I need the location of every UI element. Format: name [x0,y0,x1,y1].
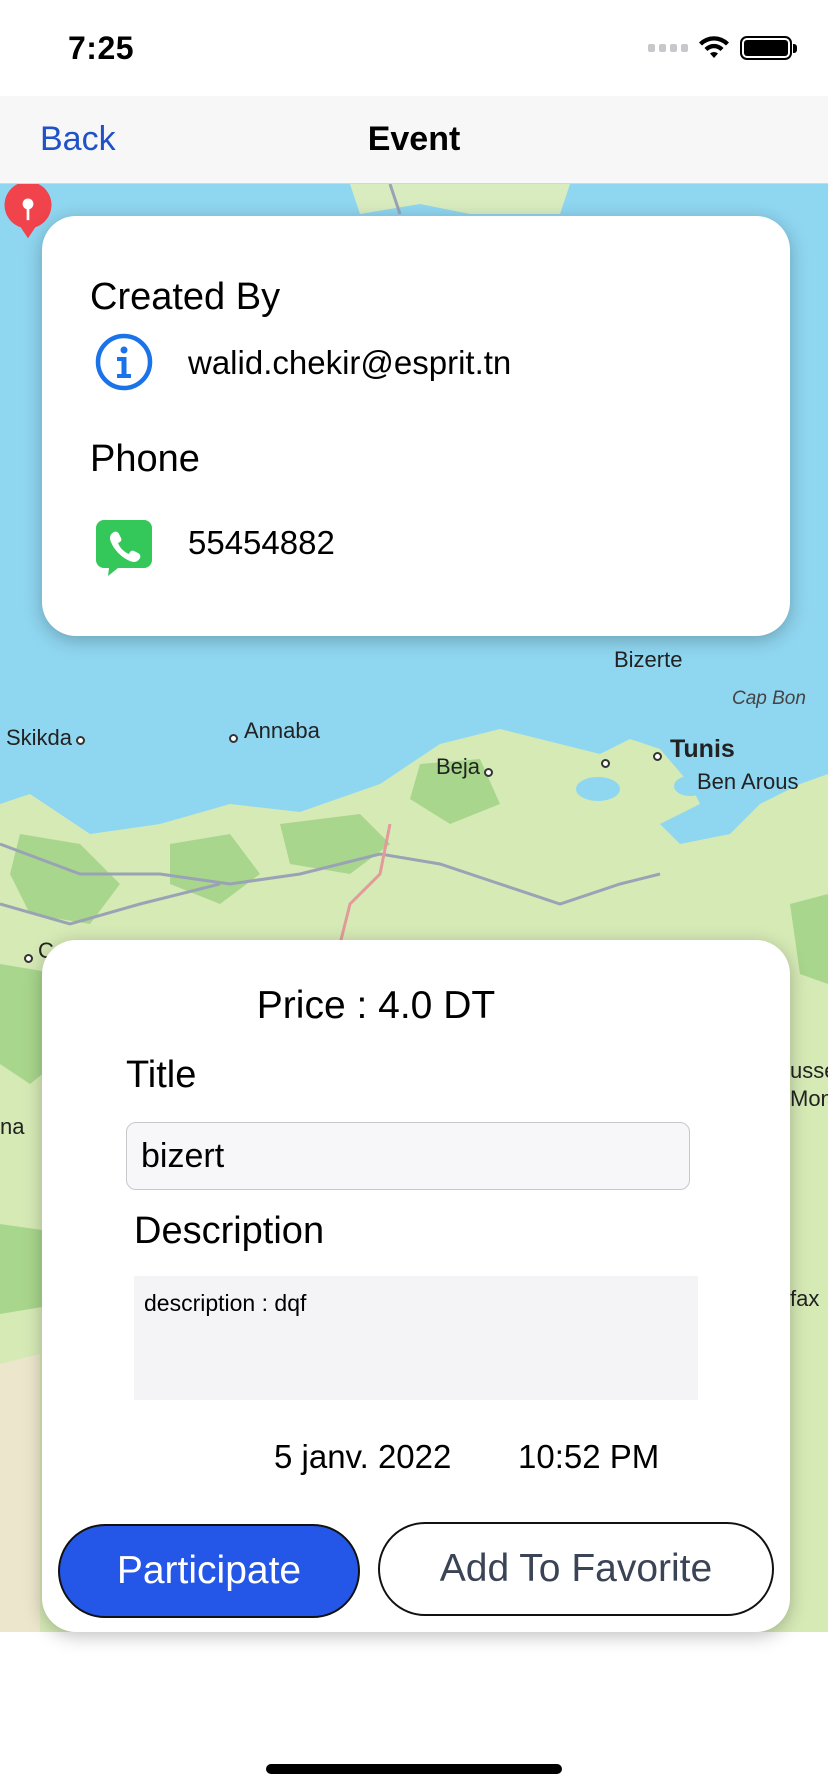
status-bar: 7:25 [0,0,828,96]
phone-label: Phone [90,438,200,480]
phone-icon[interactable] [94,518,154,578]
city-dot [653,752,662,761]
wifi-icon [699,36,729,58]
description-label: Description [134,1210,325,1252]
map-label-beja: Beja [436,754,481,779]
cellular-signal-icon [648,44,688,52]
page-title: Event [367,120,461,158]
event-price: Price : 4.0 DT [256,984,496,1027]
battery-icon [740,36,797,60]
status-time: 7:25 [68,30,135,66]
map-label-tunis: Tunis [670,735,735,763]
navigation-bar: Event Back [0,96,828,184]
map-label-annaba: Annaba [244,718,320,743]
city-dot [484,768,493,777]
map-label-skikda: Skikda [6,725,73,750]
map-label-partial: na [0,1114,25,1139]
back-button[interactable]: Back [40,120,116,159]
map-label-ben-arous: Ben Arous [697,769,799,794]
title-label: Title [126,1054,197,1096]
map-label-partial: usse [790,1058,828,1083]
event-time[interactable]: 10:52 PM [518,1438,659,1476]
add-to-favorite-button[interactable]: Add To Favorite [378,1522,774,1616]
creator-email: walid.chekir@esprit.tn [188,344,512,381]
city-dot [76,736,85,745]
map-label-partial: Mon [790,1086,828,1111]
map-label-bizerte: Bizerte [614,647,683,672]
info-icon [95,333,153,391]
city-dot [229,734,238,743]
city-dot [601,759,610,768]
map-label-cap-bon: Cap Bon [732,688,806,709]
description-field[interactable]: description : dqf [134,1276,698,1400]
participate-button[interactable]: Participate [58,1524,360,1618]
creator-card: Created By walid.chekir@esprit.tn Phone … [42,216,790,636]
creator-phone: 55454882 [188,524,335,561]
map-label-partial: fax [790,1286,820,1311]
event-card: Price : 4.0 DT Title bizert Description … [42,940,790,1632]
city-dot [24,954,33,963]
status-icons [648,36,797,60]
home-indicator[interactable] [266,1764,562,1774]
created-by-label: Created By [90,276,281,318]
title-field[interactable]: bizert [126,1122,690,1190]
event-date[interactable]: 5 janv. 2022 [274,1438,451,1476]
